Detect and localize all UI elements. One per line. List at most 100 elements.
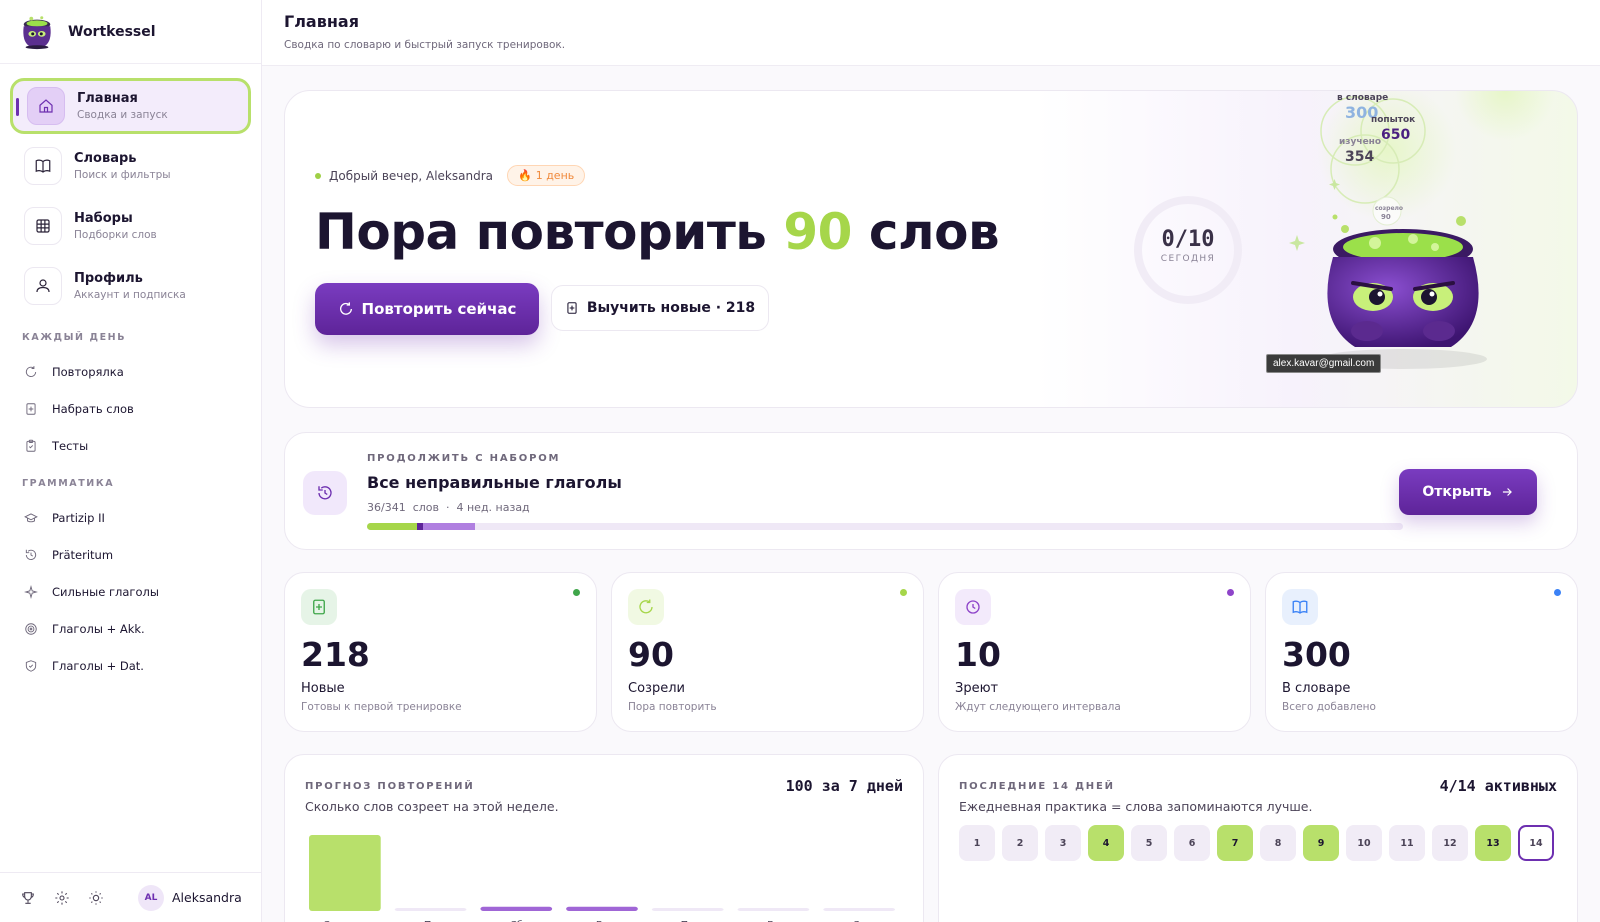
open-book-icon xyxy=(1282,589,1318,625)
user-name: Aleksandra xyxy=(172,890,242,905)
hero-card: Добрый вечер, Aleksandra 🔥 1 день Пора п… xyxy=(284,90,1578,408)
stat-name: В словаре xyxy=(1282,681,1351,696)
stat-value: 10 xyxy=(955,635,1001,674)
forecast-bar-4 xyxy=(651,908,724,911)
bubble-in-dict-label: в словаре xyxy=(1337,93,1389,103)
nav-title: Профиль xyxy=(74,271,143,286)
stat-name: Новые xyxy=(301,681,345,696)
forecast-label: ПРОГНОЗ ПОВТОРЕНИЙ xyxy=(305,781,475,792)
continue-label: ПРОДОЛЖИТЬ С НАБОРОМ xyxy=(367,453,561,464)
arrow-right-icon xyxy=(1502,488,1512,496)
page-title: Главная xyxy=(284,12,359,31)
continue-set-card: ПРОДОЛЖИТЬ С НАБОРОМ Все неправильные гл… xyxy=(284,432,1578,550)
status-dot xyxy=(573,589,580,596)
forecast-bar-2 xyxy=(480,906,553,911)
daily-progress-text: 0/10 СЕГОДНЯ xyxy=(1133,227,1243,264)
learn-new-label: Выучить новые · 218 xyxy=(586,300,756,316)
activity-day-5: 5 xyxy=(1131,825,1167,861)
learn-new-button[interactable]: Выучить новые · 218 xyxy=(551,285,769,331)
open-set-button[interactable]: Открыть xyxy=(1399,469,1537,515)
activity-day-8: 8 xyxy=(1260,825,1296,861)
bubble-attempts-value: 650 xyxy=(1381,127,1411,143)
headline-number: 90 xyxy=(783,203,852,261)
streak-text: 1 день xyxy=(535,169,575,182)
forecast-chart: СегодняПтСбВсПнВтСр xyxy=(309,835,895,922)
sidebar-item-dat[interactable]: Глаголы + Dat. xyxy=(10,647,251,684)
stat-desc: Ждут следующего интервала xyxy=(955,701,1121,713)
book-plus-icon xyxy=(26,402,36,415)
sun-icon[interactable] xyxy=(88,890,104,906)
stat-card-dictionary[interactable]: 300 В словаре Всего добавлено xyxy=(1265,572,1578,732)
stat-card-new[interactable]: 218 Новые Готовы к первой тренировке xyxy=(284,572,597,732)
stat-desc: Пора повторить xyxy=(628,701,717,713)
forecast-desc: Сколько слов созреет на этой неделе. xyxy=(305,799,559,814)
grid-icon xyxy=(24,207,62,245)
graduation-cap-icon xyxy=(24,512,38,522)
activity-day-grid: 1 2 3 4 5 6 7 8 9 10 11 12 13 14 xyxy=(959,825,1554,861)
stat-value: 90 xyxy=(628,635,674,674)
stat-value: 218 xyxy=(301,635,370,674)
sidebar-item-label: Набрать слов xyxy=(52,401,134,416)
shield-icon xyxy=(25,659,37,672)
stat-card-ripening[interactable]: 10 Зреют Ждут следующего интервала xyxy=(938,572,1251,732)
brand[interactable]: Wortkessel xyxy=(0,0,261,64)
nav-title: Главная xyxy=(77,91,138,106)
bubble-ripe-label: созрело xyxy=(1375,205,1404,212)
status-dot xyxy=(1554,589,1561,596)
forecast-bar-6 xyxy=(823,908,895,911)
activity-day-1: 1 xyxy=(959,825,995,861)
sidebar-item-strong-verbs[interactable]: Сильные глаголы xyxy=(10,573,251,610)
continue-title: Все неправильные глаголы xyxy=(367,473,622,492)
daily-progress-value: 0/10 xyxy=(1161,227,1215,252)
clock-icon xyxy=(955,589,991,625)
greeting-text: Добрый вечер, Aleksandra xyxy=(329,168,493,183)
page-subtitle: Сводка по словарю и быстрый запуск трени… xyxy=(284,39,566,51)
forecast-bar-3 xyxy=(566,906,638,911)
sidebar-item-repeat[interactable]: Повторялка xyxy=(10,353,251,390)
bubble-learned-value: 354 xyxy=(1345,149,1375,165)
activity-day-14: 14 xyxy=(1518,825,1554,861)
sidebar: Wortkessel Главная Сводка и запуск Слова… xyxy=(0,0,262,922)
gear-icon[interactable] xyxy=(54,890,70,906)
avatar: AL xyxy=(138,884,164,911)
sidebar-item-praeteritum[interactable]: Präteritum xyxy=(10,536,251,573)
activity-day-13: 13 xyxy=(1475,825,1511,861)
target-icon xyxy=(25,622,37,635)
user-menu[interactable]: AL Aleksandra xyxy=(138,884,242,911)
sidebar-item-partizip[interactable]: Partizip II xyxy=(10,499,251,536)
sidebar-item-collect[interactable]: Набрать слов xyxy=(10,390,251,427)
refresh-icon xyxy=(25,365,37,377)
nav-title: Наборы xyxy=(74,211,133,226)
forecast-bar-1 xyxy=(394,908,467,911)
main-nav: Главная Сводка и запуск Словарь Поиск и … xyxy=(0,64,261,684)
daily-progress-label: СЕГОДНЯ xyxy=(1160,254,1216,264)
status-dot xyxy=(900,589,907,596)
bubble-attempts-label: попыток xyxy=(1371,115,1416,125)
stat-desc: Всего добавлено xyxy=(1282,701,1376,713)
greeting: Добрый вечер, Aleksandra 🔥 1 день xyxy=(315,165,586,186)
nav-subtitle: Аккаунт и подписка xyxy=(74,289,186,301)
nav-item-home[interactable]: Главная Сводка и запуск xyxy=(10,78,251,134)
trophy-icon[interactable] xyxy=(20,890,36,906)
book-plus-icon xyxy=(301,589,337,625)
sidebar-item-tests[interactable]: Тесты xyxy=(10,427,251,464)
continue-progress-bar xyxy=(367,523,1403,530)
app-root: Wortkessel Главная Сводка и запуск Слова… xyxy=(0,0,1600,922)
open-set-label: Открыть xyxy=(1422,484,1492,500)
nav-item-profile[interactable]: Профиль Аккаунт и подписка xyxy=(10,258,251,314)
repeat-now-button[interactable]: Повторить сейчас xyxy=(315,283,539,335)
nav-item-sets[interactable]: Наборы Подборки слов xyxy=(10,198,251,254)
stat-card-ripe[interactable]: 90 Созрели Пора повторить xyxy=(611,572,924,732)
nav-item-dictionary[interactable]: Словарь Поиск и фильтры xyxy=(10,138,251,194)
activity-day-4: 4 xyxy=(1088,825,1124,861)
history-icon xyxy=(303,471,347,515)
home-icon xyxy=(27,87,65,125)
activity-label: ПОСЛЕДНИЕ 14 ДНЕЙ xyxy=(959,781,1115,792)
sidebar-item-label: Сильные глаголы xyxy=(52,584,159,599)
forecast-bar-0 xyxy=(309,835,381,911)
status-dot xyxy=(1227,589,1234,596)
sidebar-item-label: Повторялка xyxy=(52,364,124,379)
activity-day-2: 2 xyxy=(1002,825,1038,861)
sidebar-item-akk[interactable]: Глаголы + Akk. xyxy=(10,610,251,647)
activity-day-9: 9 xyxy=(1303,825,1339,861)
